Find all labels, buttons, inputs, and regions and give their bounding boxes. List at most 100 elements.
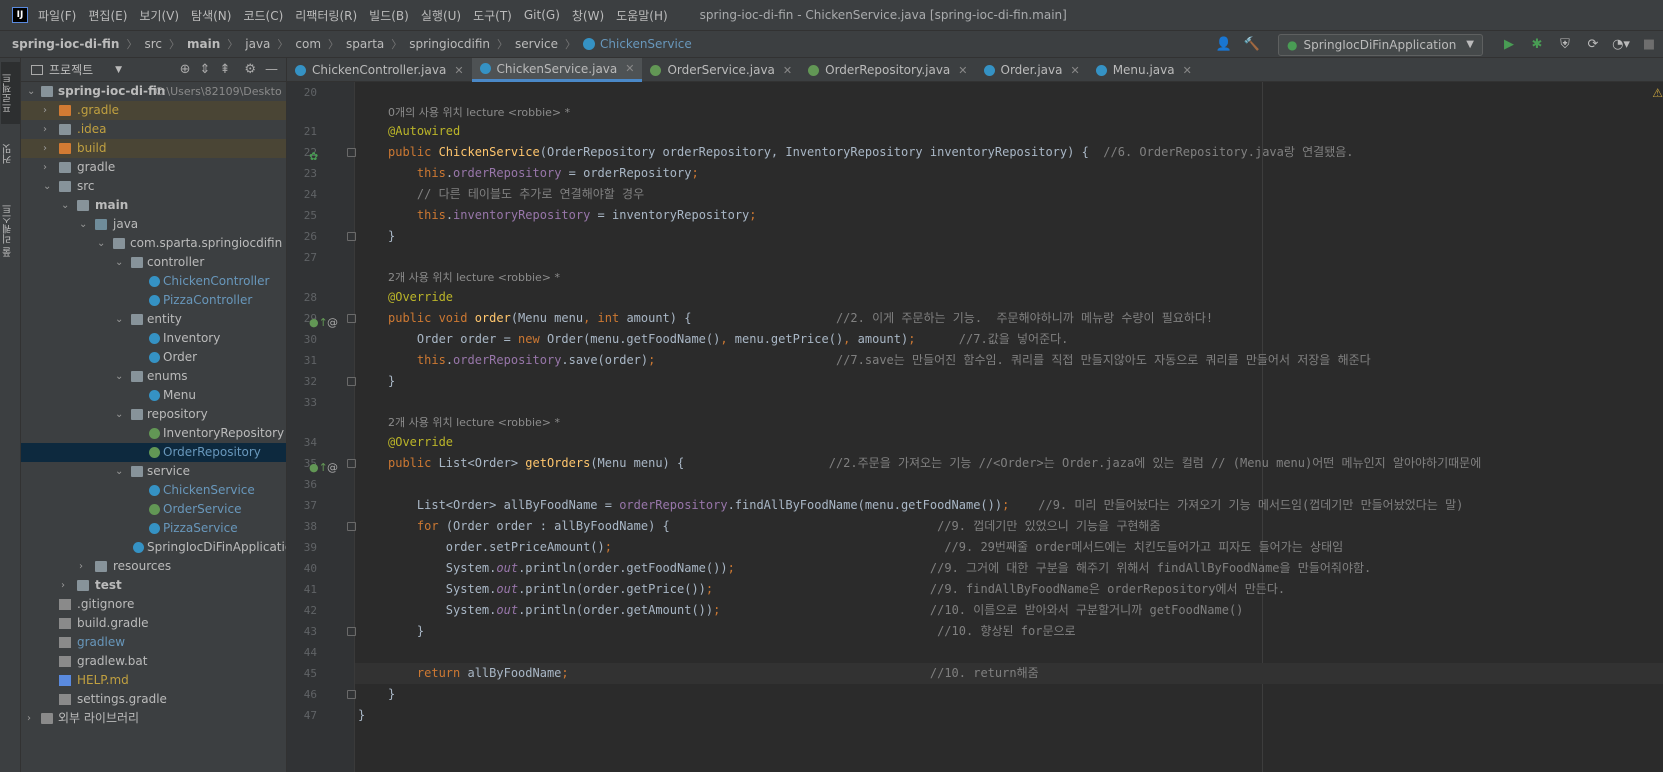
tree-item[interactable]: ⌄ main	[21, 196, 286, 215]
breadcrumb-project[interactable]: spring-ioc-di-fin	[12, 37, 119, 51]
run-config-select[interactable]: ● SpringIocDiFinApplication ▼	[1278, 33, 1483, 56]
close-icon[interactable]: ✕	[958, 64, 967, 77]
tree-item[interactable]: › resources	[21, 557, 286, 576]
tree-item[interactable]: PizzaController	[21, 291, 286, 310]
chevron-down-icon[interactable]: ▼	[115, 65, 122, 75]
tree-item[interactable]: HELP.md	[21, 671, 286, 690]
tree-item[interactable]: Inventory	[21, 329, 286, 348]
stop-icon[interactable]: ■	[1640, 37, 1658, 52]
tree-item[interactable]: settings.gradle	[21, 690, 286, 709]
tree-item[interactable]: Order	[21, 348, 286, 367]
tree-item[interactable]: ChickenController	[21, 272, 286, 291]
profile-icon[interactable]: ◔▾	[1612, 37, 1630, 52]
tree-item[interactable]: InventoryRepository	[21, 424, 286, 443]
tab-chickencontroller[interactable]: ChickenController.java ✕	[287, 58, 472, 82]
menu-tools[interactable]: 도구(T)	[473, 7, 512, 24]
fold-icon[interactable]	[347, 148, 356, 157]
tree-item[interactable]: ⌄ src	[21, 177, 286, 196]
fold-icon[interactable]	[347, 522, 356, 531]
menu-window[interactable]: 창(W)	[572, 7, 604, 24]
close-icon[interactable]: ✕	[625, 62, 634, 75]
debug-icon[interactable]: ✱	[1528, 37, 1546, 52]
tool-tab-commit[interactable]: 커밋	[1, 134, 20, 174]
close-icon[interactable]: ✕	[1070, 64, 1079, 77]
tree-item[interactable]: PizzaService	[21, 519, 286, 538]
fold-icon[interactable]	[347, 377, 356, 386]
close-icon[interactable]: ✕	[1183, 64, 1192, 77]
tab-order[interactable]: Order.java ✕	[976, 58, 1088, 82]
menu-edit[interactable]: 편집(E)	[88, 7, 127, 24]
project-panel-title[interactable]: 프로젝트	[49, 61, 93, 78]
fold-icon[interactable]	[347, 314, 356, 323]
breadcrumb-java[interactable]: java	[245, 37, 270, 51]
tree-item[interactable]: SpringIocDiFinApplication	[21, 538, 286, 557]
menu-git[interactable]: Git(G)	[524, 8, 560, 22]
breadcrumb-springiocdifin[interactable]: springiocdifin	[409, 37, 490, 51]
gear-icon[interactable]: ⚙	[244, 62, 256, 77]
code-line: 33	[303, 396, 317, 409]
collapse-all-icon[interactable]: ⇞	[219, 62, 230, 77]
tree-item[interactable]: Menu	[21, 386, 286, 405]
tab-orderrepository[interactable]: OrderRepository.java ✕	[800, 58, 975, 82]
tree-item[interactable]: › test	[21, 576, 286, 595]
tree-item[interactable]: OrderService	[21, 500, 286, 519]
tree-item[interactable]: ⌄ enums	[21, 367, 286, 386]
reload-icon[interactable]: ⟳	[1584, 37, 1602, 52]
breadcrumb-src[interactable]: src	[144, 37, 162, 51]
usage-hint[interactable]: 2개 사용 위치 lecture <robbie> *	[388, 414, 560, 432]
breadcrumb-com[interactable]: com	[295, 37, 321, 51]
tree-item[interactable]: › .gradle	[21, 101, 286, 120]
tree-item[interactable]: ⌄ java	[21, 215, 286, 234]
breadcrumb-service[interactable]: service	[515, 37, 558, 51]
tree-item[interactable]: .gitignore	[21, 595, 286, 614]
close-icon[interactable]: ✕	[454, 64, 463, 77]
tree-item-root[interactable]: ⌄ spring-ioc-di-fin C:\Users\82109\Deskt…	[21, 82, 286, 101]
minimize-icon[interactable]: —	[265, 62, 278, 77]
usage-hint[interactable]: 2개 사용 위치 lecture <robbie> *	[388, 269, 560, 287]
expand-all-icon[interactable]: ⇕	[200, 62, 211, 77]
fold-icon[interactable]	[347, 459, 356, 468]
tool-tab-project[interactable]: 프로젝트	[1, 62, 20, 124]
fold-icon[interactable]	[347, 690, 356, 699]
tree-item[interactable]: ChickenService	[21, 481, 286, 500]
menu-build[interactable]: 빌드(B)	[369, 7, 409, 24]
menu-file[interactable]: 파일(F)	[38, 7, 76, 24]
usage-hint[interactable]: 0개의 사용 위치 lecture <robbie> *	[388, 104, 570, 122]
run-icon[interactable]: ▶	[1500, 37, 1518, 52]
menu-help[interactable]: 도움말(H)	[616, 7, 668, 24]
tree-item[interactable]: OrderRepository	[21, 443, 286, 462]
menu-run[interactable]: 실행(U)	[421, 7, 461, 24]
breadcrumb-chickenservice[interactable]: ChickenService	[600, 37, 692, 51]
tree-item[interactable]: ⌄ controller	[21, 253, 286, 272]
code-line: 41 System.out.println(order.getPrice());…	[303, 582, 1286, 596]
tree-item[interactable]: › 외부 라이브러리	[21, 709, 286, 728]
tree-item[interactable]: build.gradle	[21, 614, 286, 633]
locate-icon[interactable]: ⊕	[180, 62, 191, 77]
breadcrumb-sparta[interactable]: sparta	[346, 37, 384, 51]
user-icon[interactable]: 👤	[1215, 37, 1233, 52]
tool-tab-pull-request[interactable]: 풀 리퀘스트	[1, 194, 20, 266]
menu-navigate[interactable]: 탐색(N)	[191, 7, 231, 24]
breadcrumb-main[interactable]: main	[187, 37, 220, 51]
tree-item[interactable]: ⌄ com.sparta.springiocdifin	[21, 234, 286, 253]
fold-icon[interactable]	[347, 627, 356, 636]
menu-code[interactable]: 코드(C)	[243, 7, 283, 24]
tab-chickenservice[interactable]: ChickenService.java ✕	[471, 58, 643, 82]
tab-menu[interactable]: Menu.java ✕	[1088, 58, 1200, 82]
menu-view[interactable]: 보기(V)	[139, 7, 179, 24]
tab-orderservice[interactable]: OrderService.java ✕	[642, 58, 800, 82]
code-editor[interactable]: ⚠ 20 0개의 사용 위치 lecture <robbie> * 21 @Aut…	[287, 82, 1663, 772]
fold-icon[interactable]	[347, 232, 356, 241]
tree-item[interactable]: ⌄ service	[21, 462, 286, 481]
menu-refactor[interactable]: 리팩터링(R)	[295, 7, 357, 24]
build-hammer-icon[interactable]: 🔨	[1243, 37, 1261, 52]
tree-item[interactable]: gradlew	[21, 633, 286, 652]
tree-item[interactable]: gradlew.bat	[21, 652, 286, 671]
coverage-icon[interactable]: ⛨	[1556, 37, 1574, 52]
tree-item[interactable]: › build	[21, 139, 286, 158]
tree-item[interactable]: › .idea	[21, 120, 286, 139]
tree-item[interactable]: › gradle	[21, 158, 286, 177]
tree-item[interactable]: ⌄ entity	[21, 310, 286, 329]
tree-item[interactable]: ⌄ repository	[21, 405, 286, 424]
close-icon[interactable]: ✕	[783, 64, 792, 77]
